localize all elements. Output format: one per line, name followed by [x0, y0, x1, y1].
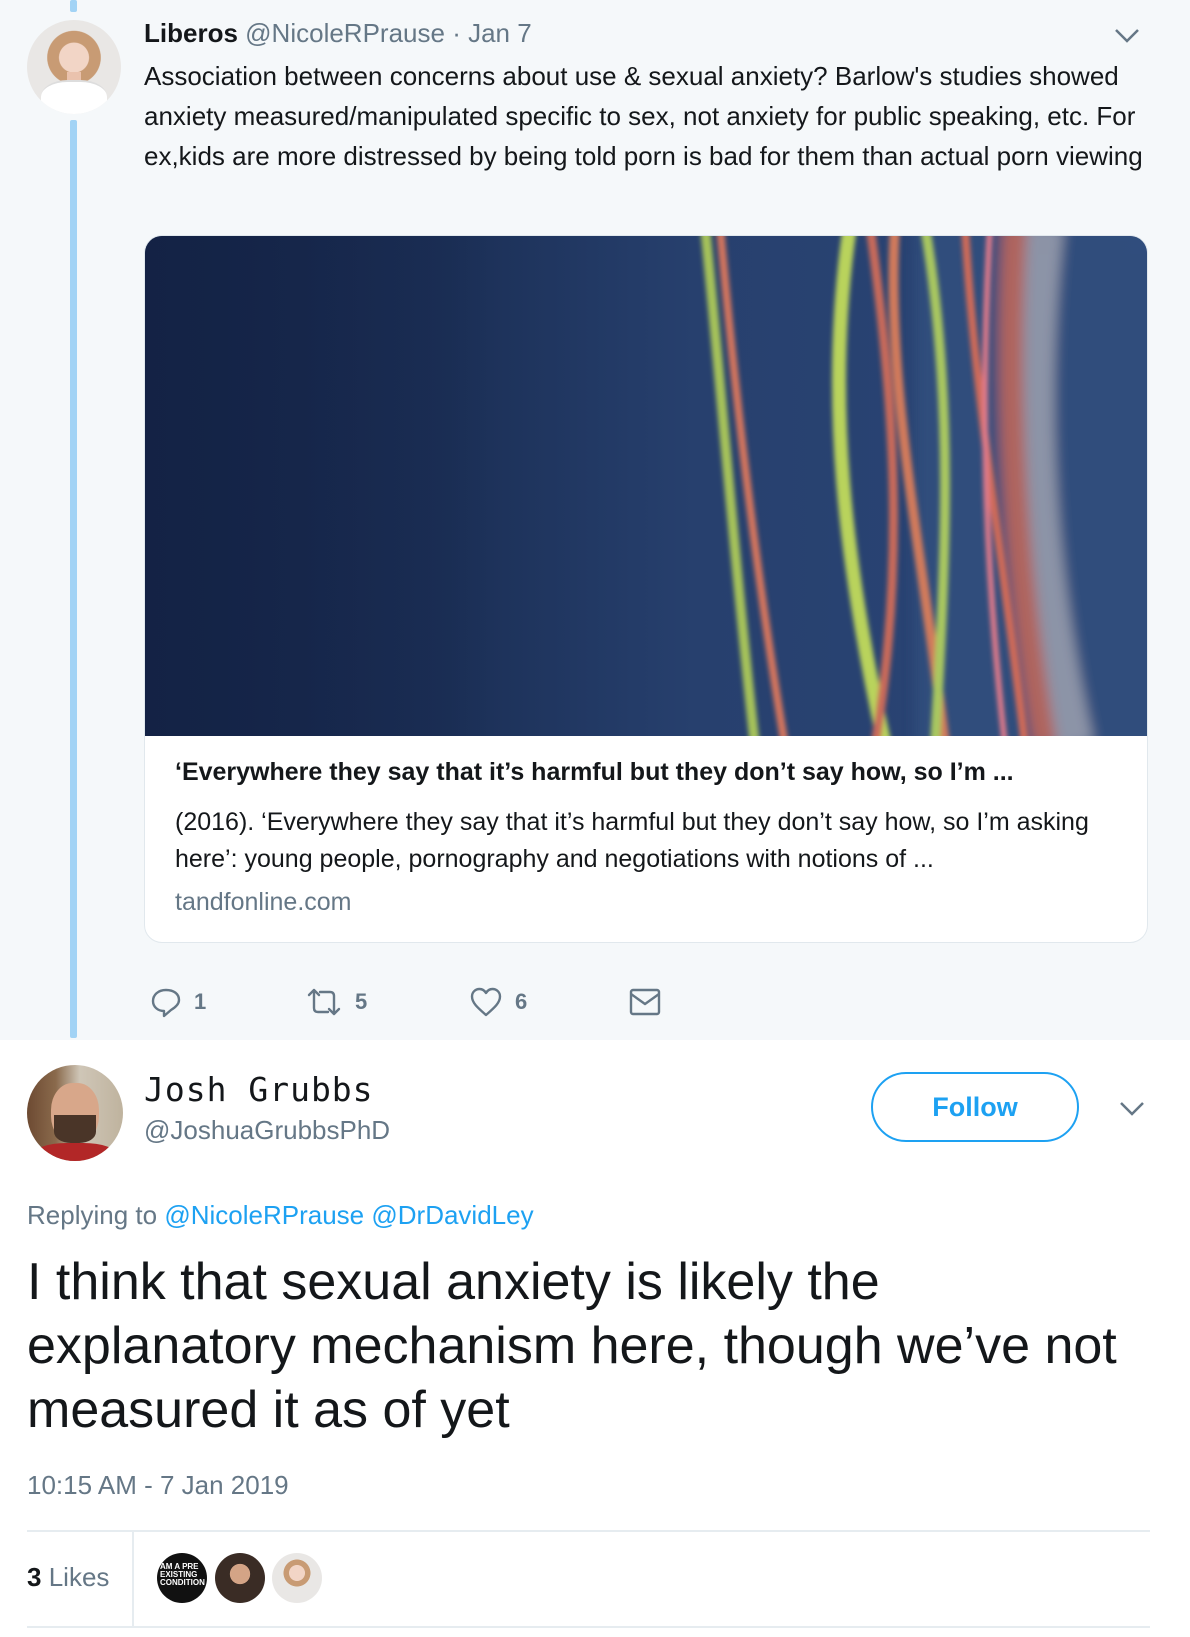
card-image	[145, 236, 1147, 736]
chevron-down-icon[interactable]	[1114, 28, 1140, 44]
reply-icon	[150, 986, 182, 1018]
likes-label: Likes	[48, 1562, 110, 1592]
retweet-button[interactable]: 5	[305, 985, 367, 1019]
author-handle[interactable]: @JoshuaGrubbsPhD	[144, 1115, 390, 1146]
tweet-timestamp[interactable]: 10:15 AM - 7 Jan 2019	[27, 1470, 289, 1501]
replying-to: Replying to @NicoleRPrause @DrDavidLey	[27, 1200, 534, 1231]
chevron-down-icon[interactable]	[1119, 1101, 1145, 1117]
divider	[27, 1530, 1150, 1532]
link-card[interactable]: ‘Everywhere they say that it’s harmful b…	[144, 235, 1148, 943]
liker-avatar[interactable]: AM A PRE EXISTING CONDITION	[157, 1553, 207, 1603]
author-line: Liberos @NicoleRPrause · Jan 7	[144, 18, 532, 49]
like-button[interactable]: 6	[469, 985, 527, 1019]
replying-to-label: Replying to	[27, 1200, 158, 1230]
thread-line	[70, 120, 77, 1038]
reply-button[interactable]: 1	[150, 985, 206, 1019]
direct-message-icon	[629, 987, 661, 1017]
card-domain: tandfonline.com	[175, 888, 352, 916]
likes-number: 3	[27, 1562, 42, 1592]
card-description: (2016). ‘Everywhere they say that it’s h…	[175, 808, 1089, 873]
divider	[132, 1532, 134, 1628]
mention-link[interactable]: @NicoleRPrause	[164, 1200, 364, 1230]
retweet-count: 5	[355, 989, 368, 1014]
liker-avatar[interactable]	[272, 1553, 322, 1603]
liker-avatar[interactable]	[215, 1553, 265, 1603]
likes-count[interactable]: 3 Likes	[27, 1562, 109, 1593]
follow-button[interactable]: Follow	[871, 1072, 1079, 1142]
retweet-icon	[305, 986, 343, 1018]
tweet-date[interactable]: · Jan 7	[452, 18, 532, 48]
mention-link[interactable]: @DrDavidLey	[371, 1200, 533, 1230]
direct-message-button[interactable]	[629, 985, 661, 1019]
liker-badge-text: AM A PRE EXISTING CONDITION	[160, 1562, 205, 1587]
tweet-text: Association between concerns about use &…	[144, 61, 1143, 171]
divider	[27, 1626, 1150, 1628]
author-name[interactable]: Liberos	[144, 18, 238, 48]
tweet-text: I think that sexual anxiety is likely th…	[27, 1253, 1117, 1439]
like-count: 6	[515, 989, 528, 1014]
reply-count: 1	[194, 989, 207, 1014]
card-title: ‘Everywhere they say that it’s harmful b…	[175, 758, 1014, 786]
author-name[interactable]: Josh Grubbs	[144, 1070, 374, 1109]
parent-tweet[interactable]: Liberos @NicoleRPrause · Jan 7 Associati…	[0, 0, 1190, 1040]
author-handle[interactable]: @NicoleRPrause	[245, 18, 445, 48]
thread-line-top	[70, 0, 77, 12]
like-icon	[469, 986, 503, 1018]
avatar[interactable]	[27, 1065, 123, 1161]
avatar[interactable]	[27, 20, 121, 114]
